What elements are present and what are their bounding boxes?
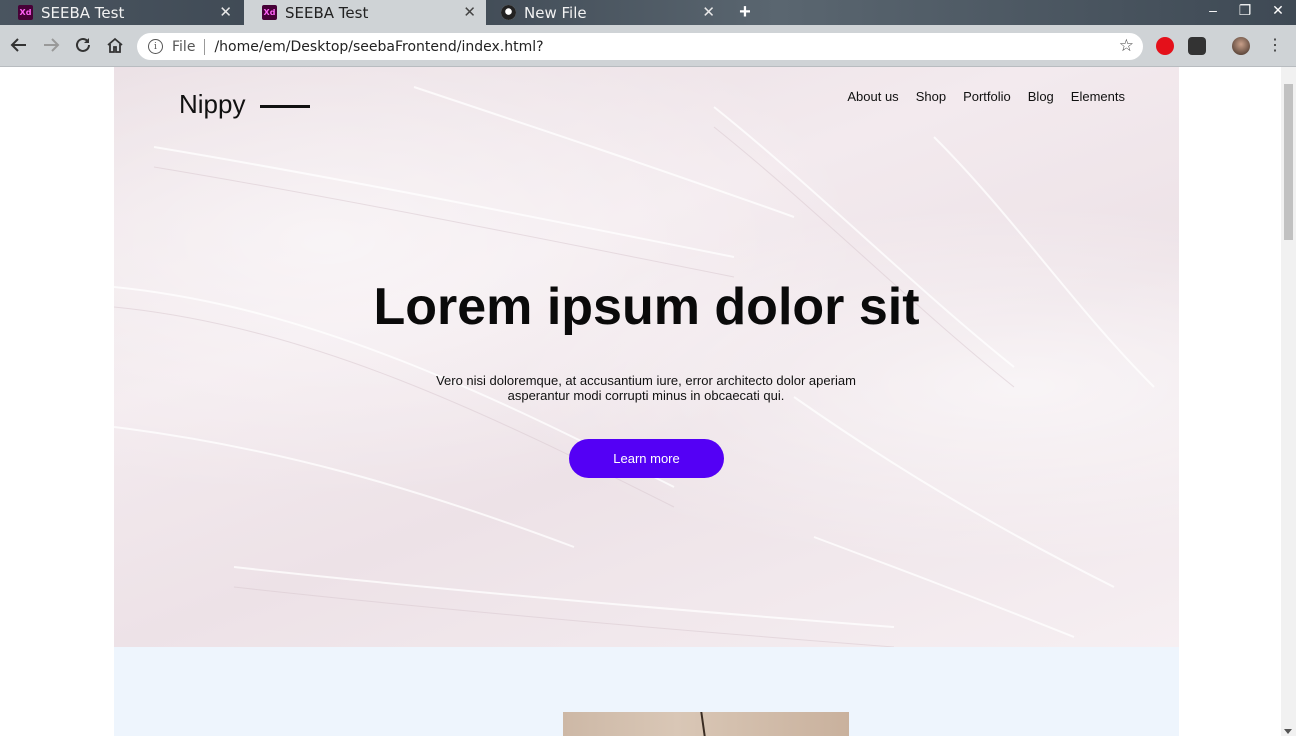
address-bar[interactable]: i File /home/em/Desktop/seebaFrontend/in… <box>137 33 1143 60</box>
page-scrollbar[interactable] <box>1281 67 1296 736</box>
feather-background <box>114 86 1155 647</box>
minimize-icon[interactable]: – <box>1203 2 1223 18</box>
brand-underline <box>260 105 310 108</box>
tab-title: New File <box>524 3 587 22</box>
hero-description: Vero nisi doloremque, at accusantium iur… <box>436 373 856 403</box>
reload-icon[interactable] <box>72 34 94 56</box>
hero-section: Nippy About us Shop Portfolio Blog Eleme… <box>114 67 1179 647</box>
new-tab-button[interactable]: + <box>734 0 756 25</box>
close-tab-icon[interactable]: ✕ <box>463 3 476 21</box>
home-icon[interactable] <box>104 34 126 56</box>
scroll-down-arrow-icon[interactable] <box>1284 729 1292 734</box>
avatar[interactable] <box>1232 37 1250 55</box>
section-image <box>563 712 849 736</box>
menu-icon[interactable]: ⋮ <box>1264 34 1286 56</box>
close-tab-icon[interactable]: ✕ <box>702 3 715 21</box>
brand-logo[interactable]: Nippy <box>179 89 245 120</box>
bookmark-star-icon[interactable]: ☆ <box>1119 36 1134 56</box>
forward-icon[interactable] <box>40 34 62 56</box>
adobe-xd-icon: Xd <box>262 5 277 20</box>
info-icon[interactable]: i <box>148 39 163 54</box>
close-tab-icon[interactable]: ✕ <box>219 3 232 21</box>
close-window-icon[interactable]: ✕ <box>1268 2 1288 19</box>
hero-title: Lorem ipsum dolor sit <box>373 278 920 336</box>
tab-title: SEEBA Test <box>41 3 125 22</box>
address-scheme: File <box>172 38 196 55</box>
nav-item-shop[interactable]: Shop <box>916 89 946 104</box>
extension-icon[interactable] <box>1188 37 1206 55</box>
github-icon <box>501 5 516 20</box>
back-icon[interactable] <box>8 34 30 56</box>
address-url[interactable]: /home/em/Desktop/seebaFrontend/index.htm… <box>214 39 543 55</box>
nav-item-about-us[interactable]: About us <box>847 89 898 104</box>
nav-item-blog[interactable]: Blog <box>1028 89 1054 104</box>
main-nav: About us Shop Portfolio Blog Elements <box>847 89 1125 104</box>
restore-icon[interactable]: ❐ <box>1235 2 1255 19</box>
content-section <box>114 647 1179 736</box>
scroll-thumb[interactable] <box>1284 84 1293 240</box>
adobe-xd-icon: Xd <box>18 5 33 20</box>
browser-toolbar: i File /home/em/Desktop/seebaFrontend/in… <box>0 25 1296 67</box>
tab-title: SEEBA Test <box>285 3 369 22</box>
image-detail <box>700 712 714 736</box>
tab-new-file[interactable]: New File ✕ <box>483 0 725 25</box>
learn-more-button[interactable]: Learn more <box>569 439 724 478</box>
page-viewport: Nippy About us Shop Portfolio Blog Eleme… <box>0 67 1281 736</box>
tab-seeba-1[interactable]: Xd SEEBA Test ✕ <box>0 0 242 25</box>
nav-item-elements[interactable]: Elements <box>1071 89 1125 104</box>
tab-strip: Xd SEEBA Test ✕ Xd SEEBA Test ✕ New File… <box>0 0 1296 25</box>
adblock-extension-icon[interactable] <box>1156 37 1174 55</box>
nav-item-portfolio[interactable]: Portfolio <box>963 89 1011 104</box>
address-divider <box>204 38 206 55</box>
tab-seeba-2[interactable]: Xd SEEBA Test ✕ <box>244 0 486 25</box>
